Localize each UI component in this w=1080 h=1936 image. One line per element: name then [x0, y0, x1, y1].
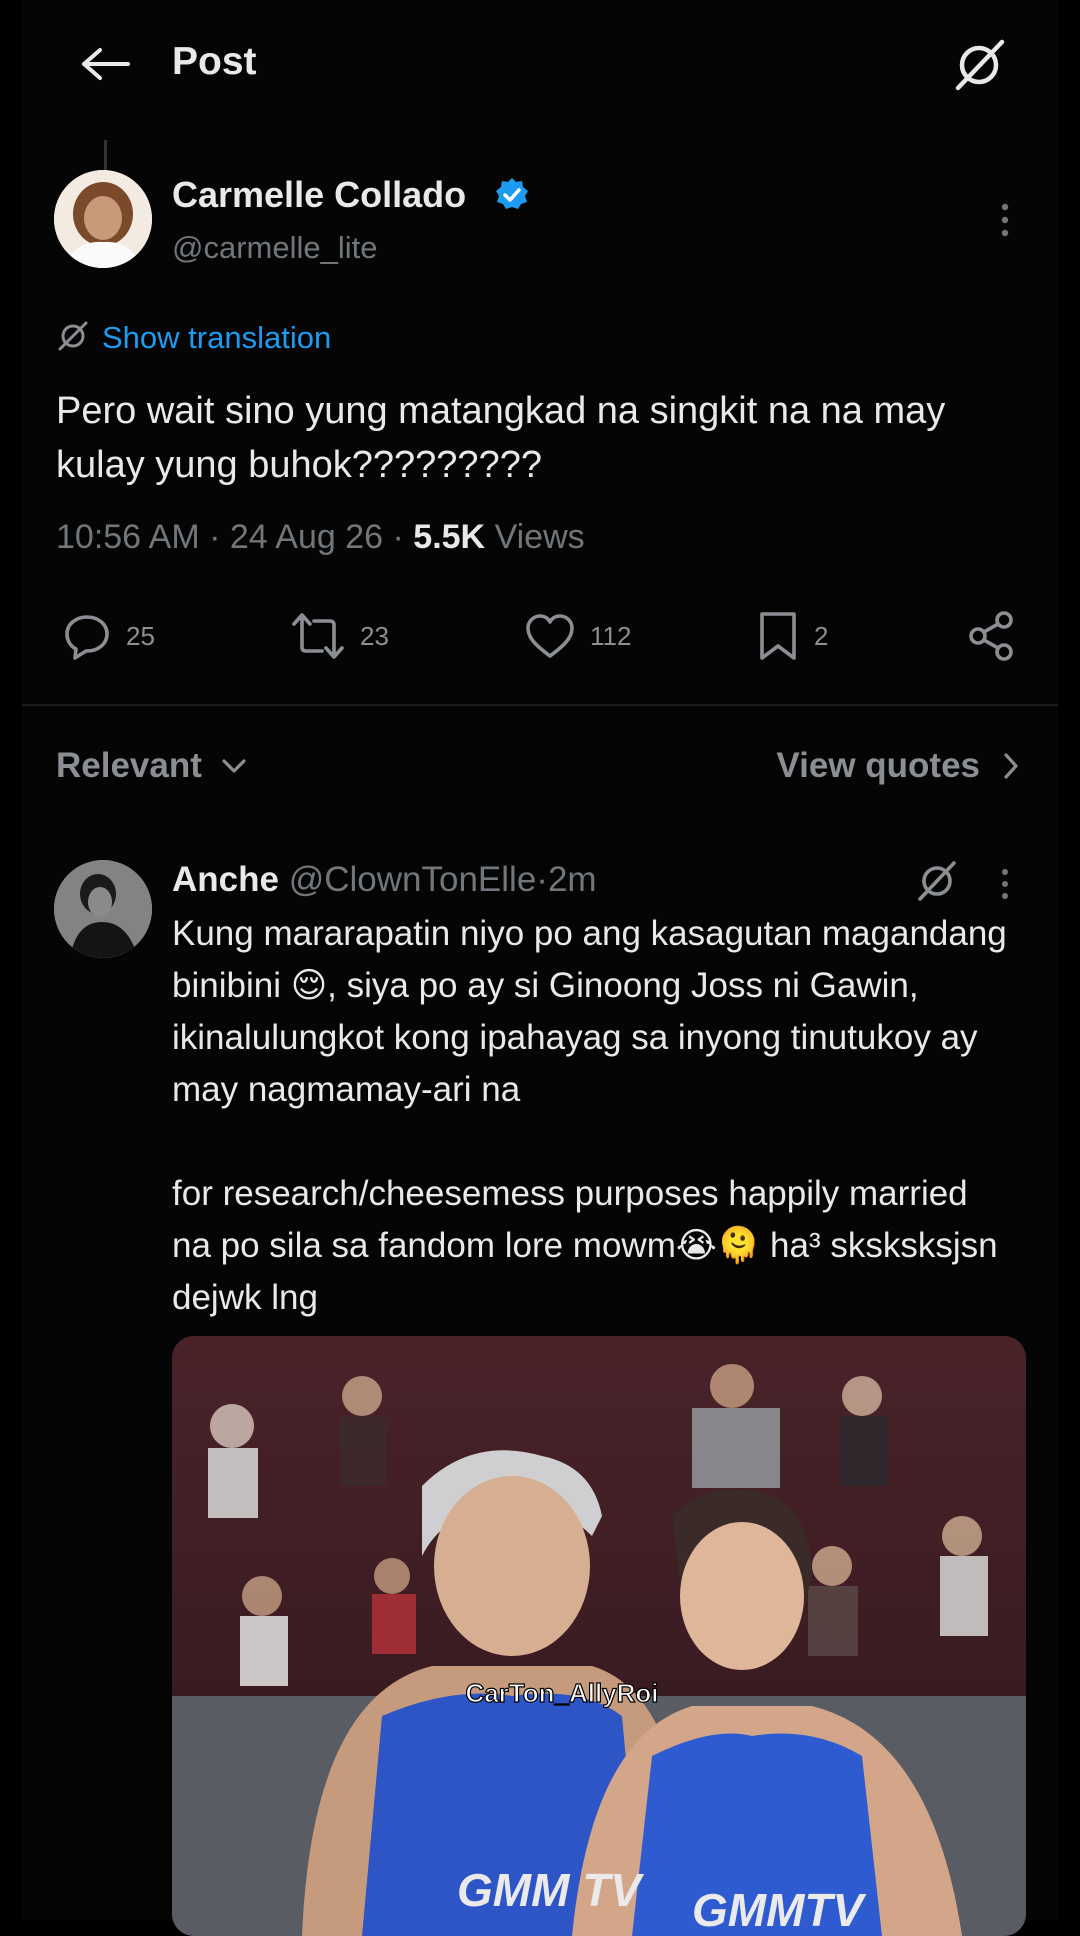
reply-text: Kung mararapatin niyo po ang kasagutan m…	[172, 914, 1007, 1317]
reply-icon	[65, 615, 109, 660]
post-text: Pero wait sino yung matangkad na singkit…	[56, 390, 946, 486]
share-button[interactable]	[966, 606, 1018, 666]
back-arrow-icon[interactable]	[80, 46, 132, 82]
bookmark-count: 2	[814, 620, 829, 651]
page-title: Post	[172, 40, 257, 83]
action-bar: 25 23 112 2	[56, 606, 1026, 666]
bookmark-icon	[760, 612, 796, 660]
views-label[interactable]: Views	[495, 518, 585, 556]
repost-count: 23	[360, 620, 389, 651]
share-icon	[969, 611, 1013, 661]
jersey-text-left: GMM TV	[457, 1864, 644, 1916]
views-count: 5.5K	[413, 518, 486, 556]
post-date: 24 Aug 26	[229, 518, 384, 556]
section-divider	[22, 704, 1058, 706]
view-quotes-button[interactable]: View quotes	[776, 746, 1020, 786]
author-handle[interactable]: @carmelle_lite	[172, 230, 377, 266]
more-icon[interactable]	[996, 200, 1014, 240]
meta-separator: ·	[536, 860, 548, 899]
show-translation-label: Show translation	[102, 320, 332, 355]
meta-separator: ·	[209, 518, 221, 556]
grok-icon[interactable]	[914, 858, 960, 904]
like-button[interactable]: 112	[524, 606, 631, 666]
reply-author-name[interactable]: Anche	[172, 860, 279, 899]
jersey-text-right: GMMTV	[692, 1884, 867, 1936]
reply-count: 25	[126, 620, 155, 651]
reply-author-handle[interactable]: @ClownTonElle	[289, 860, 537, 899]
grok-icon[interactable]	[950, 36, 1008, 94]
translate-icon	[56, 319, 90, 358]
sort-label: Relevant	[56, 746, 202, 785]
reply-button[interactable]: 25	[62, 606, 155, 666]
like-count: 112	[590, 620, 632, 651]
media-watermark: CarTon_AllyRoi	[465, 1678, 658, 1708]
author-avatar[interactable]	[54, 170, 152, 268]
reply-header: Anche @ClownTonElle·2m	[172, 860, 597, 900]
post-meta: 10:56 AM · 24 Aug 26 · 5.5K Views	[56, 518, 585, 557]
repost-button[interactable]: 23	[290, 606, 389, 666]
chevron-right-icon	[1004, 753, 1018, 779]
verified-icon	[493, 176, 531, 214]
author-name[interactable]: Carmelle Collado	[172, 174, 466, 216]
bookmark-button[interactable]: 2	[756, 606, 828, 666]
view-quotes-label: View quotes	[776, 746, 980, 785]
sort-relevant-button[interactable]: Relevant	[56, 746, 248, 786]
like-icon	[526, 614, 574, 658]
thread-line	[104, 140, 107, 170]
show-translation-button[interactable]: Show translation	[56, 318, 331, 358]
reply-media-image[interactable]: CarTon_AllyRoi GMM TV GMMTV	[172, 1336, 1026, 1936]
reply-avatar[interactable]	[54, 860, 152, 958]
repost-icon	[292, 613, 344, 659]
reply-age: 2m	[547, 860, 597, 899]
more-icon[interactable]	[996, 866, 1014, 902]
chevron-down-icon	[222, 759, 246, 773]
post-time: 10:56 AM	[56, 518, 200, 556]
meta-separator: ·	[392, 518, 404, 556]
